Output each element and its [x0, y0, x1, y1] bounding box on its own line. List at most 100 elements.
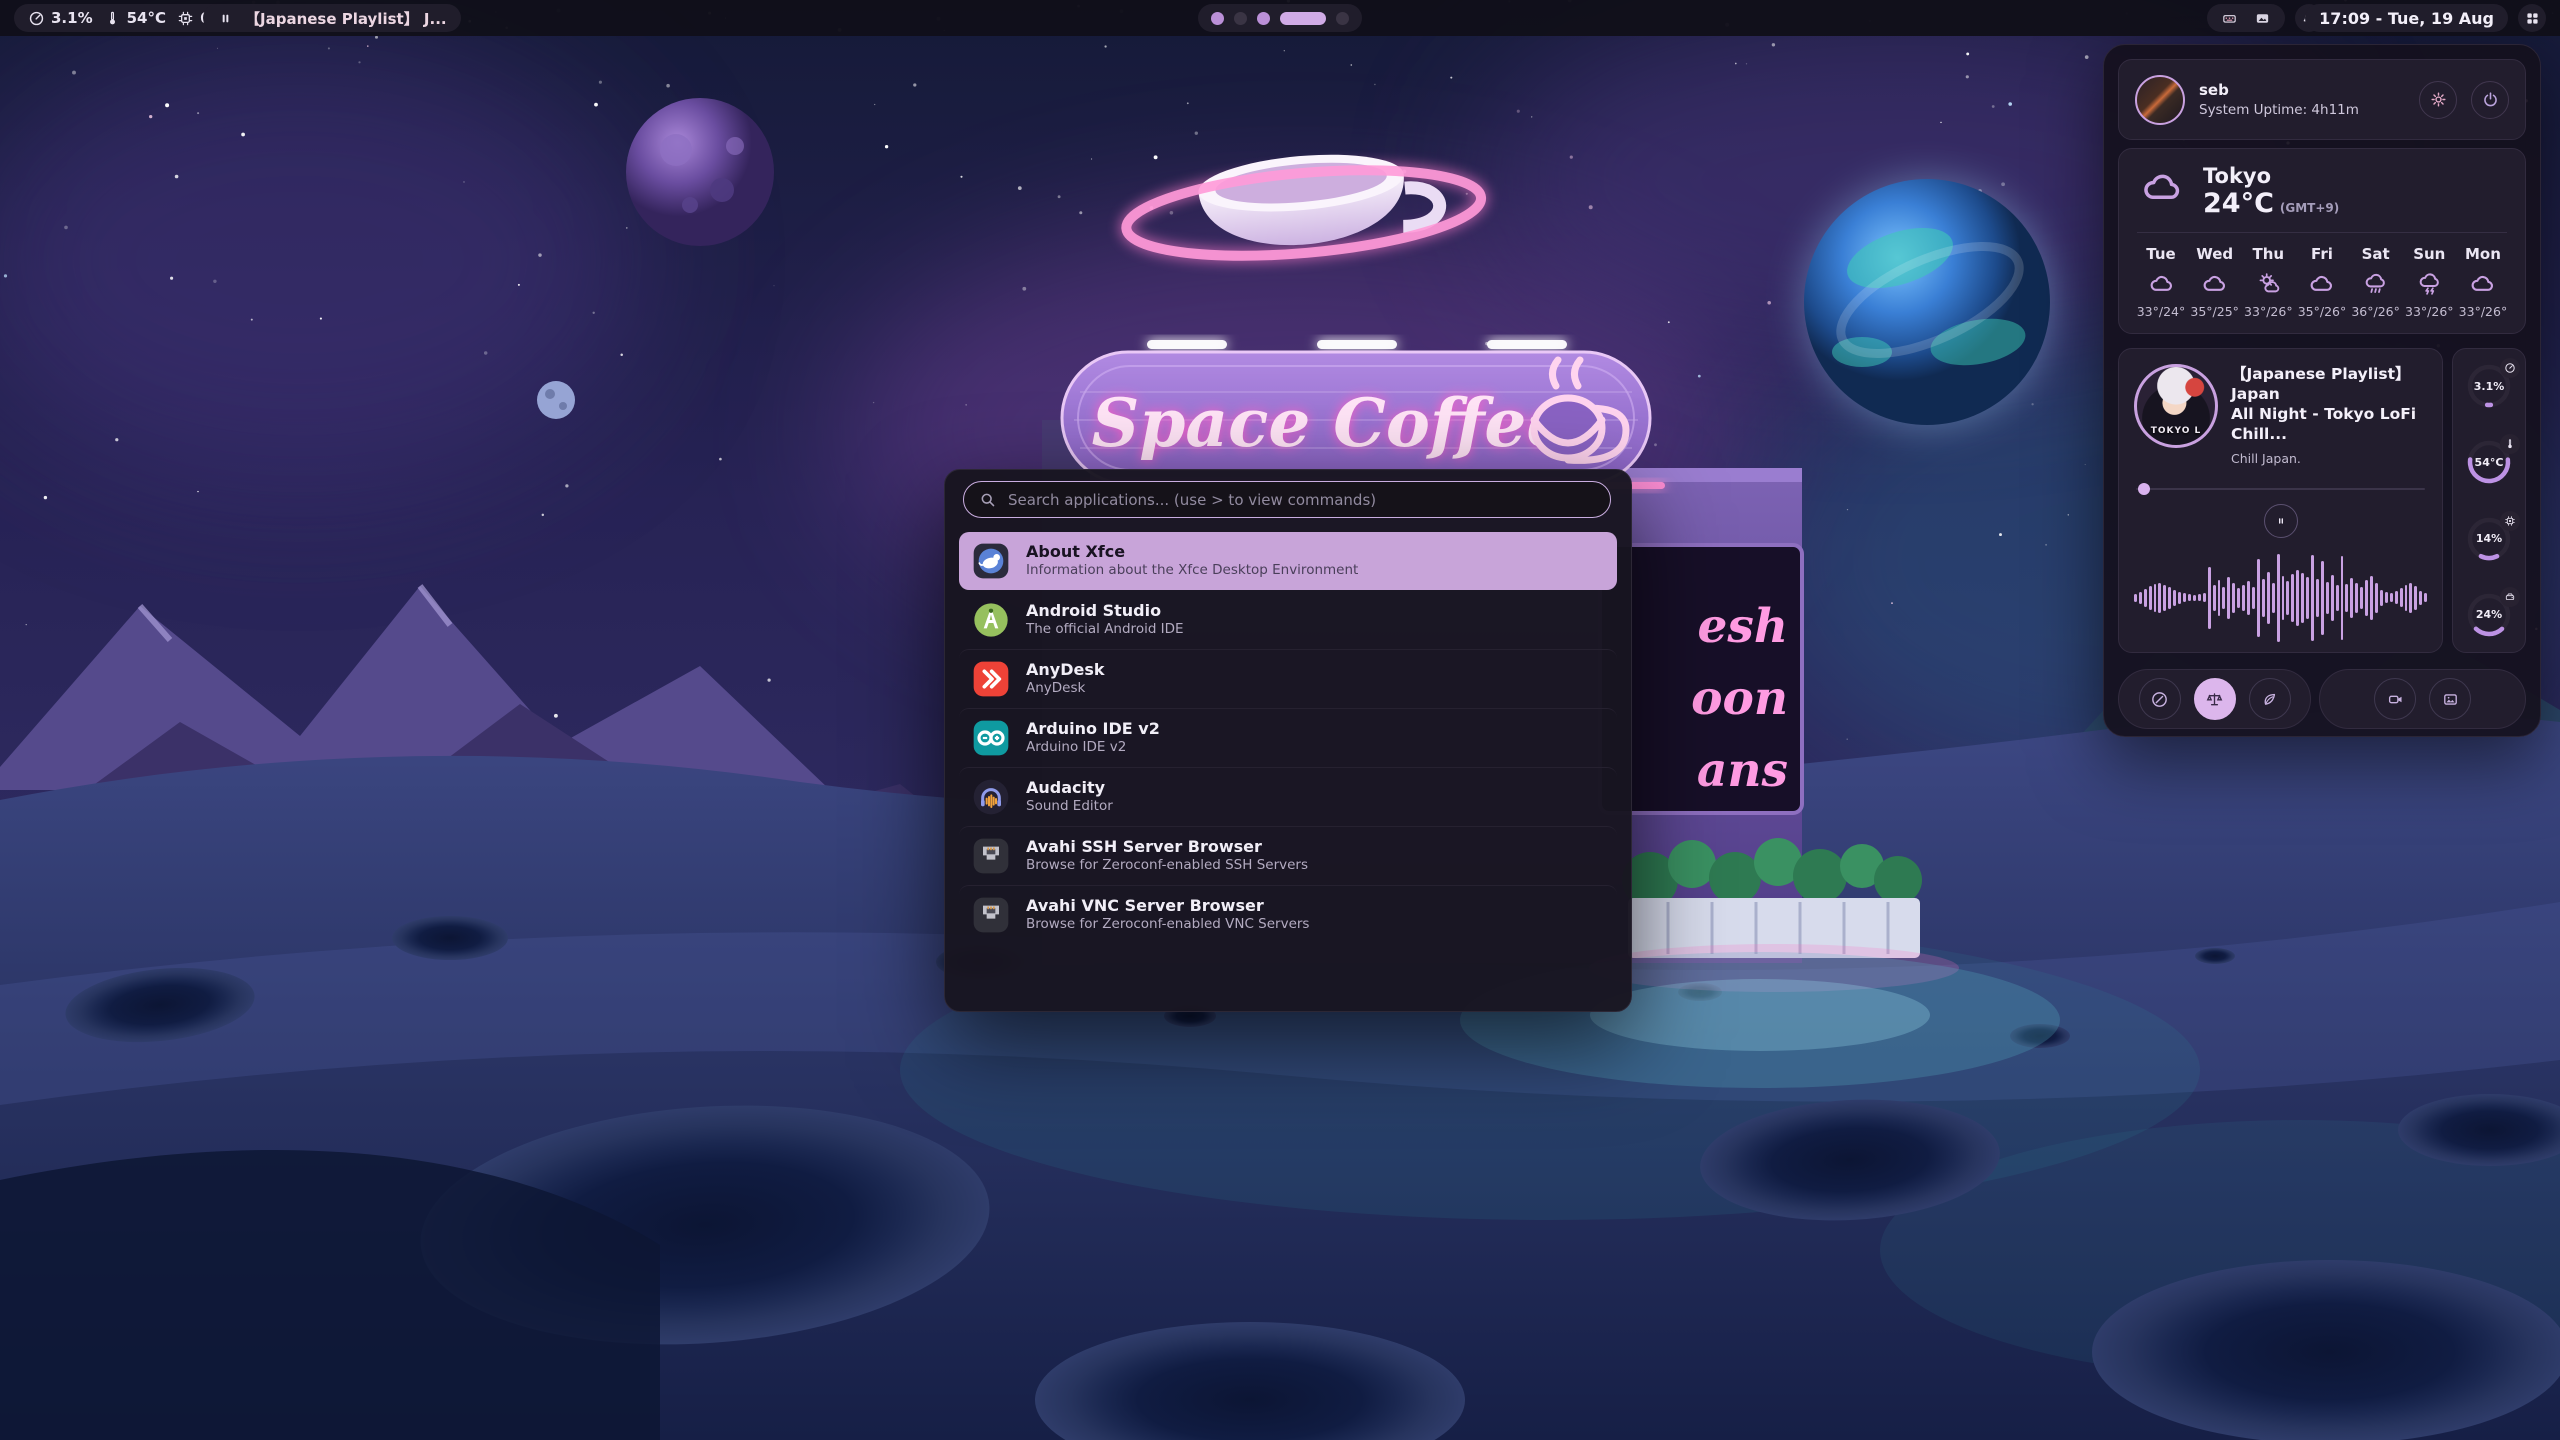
app-list-item[interactable]: AnyDesk AnyDesk	[959, 649, 1617, 708]
screenshot-icon[interactable]	[2254, 10, 2271, 27]
waveform-bar	[2385, 592, 2388, 603]
waveform-bar	[2149, 586, 2152, 610]
workspace-dot[interactable]	[1257, 12, 1270, 25]
now-playing-indicator[interactable]: 【Japanese Playlist】 J...	[203, 4, 461, 32]
workspace-dot[interactable]	[1234, 12, 1247, 25]
waveform-bar	[2158, 583, 2161, 613]
waveform-bar	[2400, 588, 2403, 607]
weather-temp: 24°C	[2203, 188, 2274, 219]
power-profile-icon	[2260, 690, 2279, 709]
app-name: Avahi VNC Server Browser	[1026, 896, 1309, 916]
app-description: Sound Editor	[1026, 798, 1113, 816]
app-icon	[971, 718, 1011, 758]
search-box[interactable]	[963, 481, 1611, 518]
forecast-weather-icon	[2469, 270, 2496, 297]
power-button[interactable]	[2471, 81, 2509, 119]
waveform-bar	[2311, 555, 2314, 641]
clock[interactable]: 17:09 - Tue, 19 Aug	[2305, 4, 2508, 32]
weather-city: Tokyo	[2203, 165, 2339, 188]
power-profile-button[interactable]	[2249, 678, 2291, 720]
waveform-bar	[2198, 594, 2201, 601]
forecast-weather-icon	[2308, 270, 2335, 297]
capture-button[interactable]	[2374, 678, 2416, 720]
weather-timezone: (GMT+9)	[2280, 201, 2339, 215]
waveform-bar	[2213, 585, 2216, 611]
forecast-temps: 33°/26°	[2405, 304, 2454, 319]
waveform-bar	[2193, 595, 2196, 601]
stat-item: 3.1%	[28, 9, 93, 27]
app-result-list: About Xfce Information about the Xfce De…	[959, 532, 1617, 944]
progress-handle[interactable]	[2138, 483, 2150, 495]
app-list-item[interactable]: Avahi SSH Server Browser Browse for Zero…	[959, 826, 1617, 885]
forecast-day: Sat 36°/26°	[2352, 245, 2400, 319]
power-profile-button[interactable]	[2194, 678, 2236, 720]
forecast-temps: 36°/26°	[2351, 304, 2400, 319]
gauge-badge	[2500, 434, 2520, 454]
app-list-item[interactable]: Arduino IDE v2 Arduino IDE v2	[959, 708, 1617, 767]
system-gauge: 3.1%	[2465, 362, 2513, 410]
waveform-bar	[2296, 570, 2299, 626]
capture-button[interactable]	[2429, 678, 2471, 720]
app-list-item[interactable]: Avahi VNC Server Browser Browse for Zero…	[959, 885, 1617, 944]
app-name: Audacity	[1026, 778, 1113, 798]
power-profile-switcher	[2118, 669, 2311, 729]
search-input[interactable]	[1006, 490, 1596, 510]
play-pause-button[interactable]	[2264, 504, 2298, 538]
waveform-bar	[2257, 559, 2260, 637]
waveform-bar	[2168, 587, 2171, 609]
forecast-weather-icon	[2201, 270, 2228, 297]
waveform-bar	[2350, 578, 2353, 618]
waveform-bar	[2218, 580, 2221, 616]
waveform-bar	[2405, 585, 2408, 611]
waveform-bar	[2424, 593, 2427, 602]
album-art: TOKYO L	[2134, 364, 2218, 448]
waveform-bar	[2242, 585, 2245, 611]
app-icon	[971, 836, 1011, 876]
forecast-weather-icon	[2416, 270, 2443, 297]
forecast-day-label: Thu	[2253, 245, 2285, 263]
stat-icon	[28, 10, 45, 27]
waveform-bar	[2301, 573, 2304, 623]
app-list-item[interactable]: Android Studio The official Android IDE	[959, 590, 1617, 649]
workspace-dot[interactable]	[1280, 12, 1326, 25]
waveform-bar	[2291, 574, 2294, 622]
workspace-dot[interactable]	[1336, 12, 1349, 25]
app-description: Arduino IDE v2	[1026, 739, 1160, 757]
app-name: Android Studio	[1026, 601, 1184, 621]
power-profile-button[interactable]	[2139, 678, 2181, 720]
clock-text: 17:09 - Tue, 19 Aug	[2319, 9, 2494, 28]
input-device-icon[interactable]	[2221, 10, 2238, 27]
system-tray	[2207, 4, 2285, 32]
waveform-bar	[2163, 585, 2166, 611]
settings-button[interactable]	[2419, 81, 2457, 119]
track-progress-slider[interactable]	[2134, 483, 2427, 495]
app-list-item[interactable]: About Xfce Information about the Xfce De…	[959, 532, 1617, 590]
waveform-bar	[2321, 561, 2324, 635]
app-description: Information about the Xfce Desktop Envir…	[1026, 562, 1358, 580]
waveform-bar	[2414, 586, 2417, 610]
workspace-dot[interactable]	[1211, 12, 1224, 25]
forecast-row: Tue 33°/24° Wed 35°/25° Thu 33°/26°	[2137, 245, 2507, 319]
forecast-temps: 35°/25°	[2190, 304, 2239, 319]
app-icon	[971, 659, 1011, 699]
waveform-bar	[2395, 591, 2398, 604]
waveform-bar	[2380, 590, 2383, 606]
gauge-badge	[2500, 511, 2520, 531]
app-list-item[interactable]: Audacity Sound Editor	[959, 767, 1617, 826]
app-icon	[971, 777, 1011, 817]
app-name: Arduino IDE v2	[1026, 719, 1160, 739]
audio-visualizer	[2134, 546, 2427, 650]
waveform-bar	[2375, 583, 2378, 613]
stat-value: 3.1%	[51, 9, 93, 27]
waveform-bar	[2188, 594, 2191, 601]
waveform-bar	[2272, 583, 2275, 613]
app-grid-button[interactable]	[2518, 4, 2546, 32]
forecast-day-label: Mon	[2465, 245, 2501, 263]
waveform-bar	[2237, 588, 2240, 608]
waveform-bar	[2267, 572, 2270, 624]
waveform-bar	[2355, 583, 2358, 613]
gauge-badge-icon	[2504, 591, 2516, 603]
waveform-bar	[2208, 567, 2211, 629]
capture-tools	[2319, 669, 2526, 729]
top-bar: 3.1% 54°C 6.8G 【Japanese Playlist】 J... …	[0, 0, 2560, 36]
